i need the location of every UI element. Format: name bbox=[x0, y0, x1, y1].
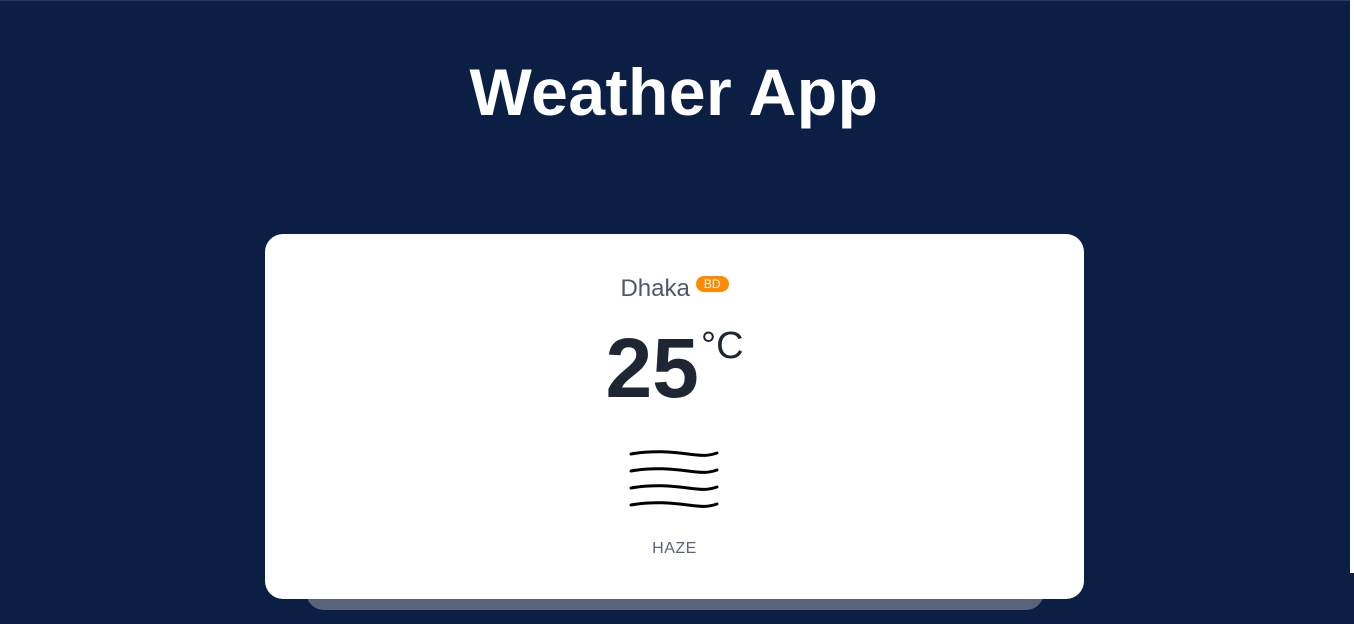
temperature-value: 25 bbox=[605, 321, 699, 415]
city-name: Dhaka bbox=[620, 275, 690, 302]
weather-description: HAZE bbox=[652, 540, 697, 557]
weather-card: Dhaka BD 25°C HAZE bbox=[265, 234, 1084, 599]
temperature-row: 25°C bbox=[265, 326, 1084, 410]
scrollbar[interactable] bbox=[1350, 0, 1354, 573]
country-badge: BD bbox=[695, 276, 729, 292]
window-top-border bbox=[0, 0, 1354, 1]
app-title: Weather App bbox=[469, 55, 879, 129]
haze-icon bbox=[628, 450, 720, 510]
location-row: Dhaka BD bbox=[265, 274, 1084, 304]
temperature-unit: °C bbox=[700, 325, 744, 367]
